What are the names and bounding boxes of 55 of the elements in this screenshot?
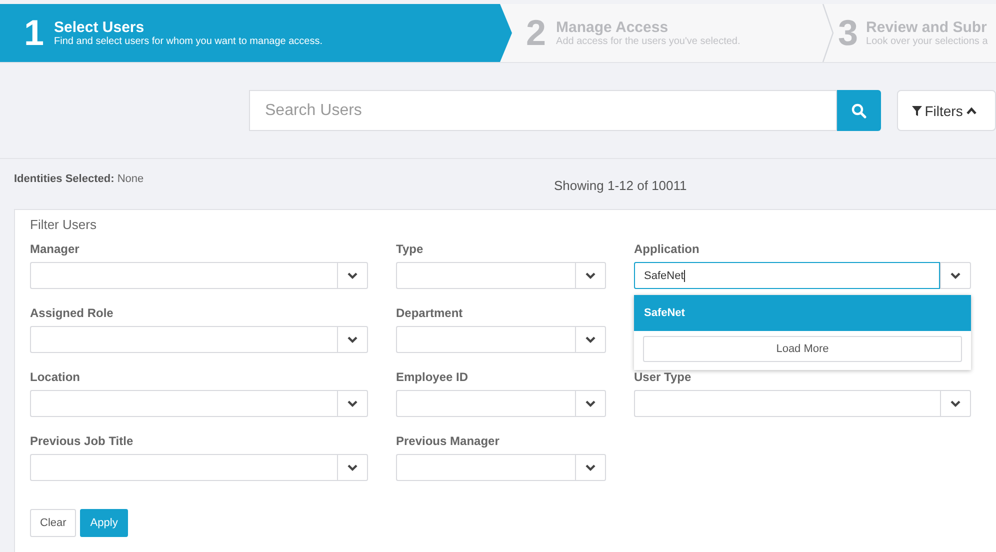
- field-label: Previous Manager: [396, 434, 500, 450]
- results-count: Showing 1-12 of 10011: [554, 178, 687, 193]
- chevron-down-icon: [347, 272, 358, 280]
- search-field[interactable]: Search Users: [249, 90, 837, 131]
- chevron-down-icon: [347, 464, 358, 472]
- dropdown-option[interactable]: SafeNet: [634, 295, 971, 331]
- dropdown-button[interactable]: [337, 326, 368, 353]
- wizard-step[interactable]: 1 Select Users Find and select users for whom you want to manage access.: [0, 4, 512, 62]
- apply-button[interactable]: Apply: [80, 509, 128, 537]
- panel-title: Filter Users: [30, 217, 98, 232]
- select-field[interactable]: [634, 390, 940, 417]
- field-label: Assigned Role: [30, 306, 114, 322]
- dropdown-button[interactable]: [337, 262, 368, 289]
- clear-button[interactable]: Clear: [30, 509, 76, 537]
- dropdown-button[interactable]: [575, 454, 606, 481]
- select-field[interactable]: [396, 454, 575, 481]
- dropdown-button[interactable]: [940, 262, 971, 289]
- select-field[interactable]: [30, 454, 337, 481]
- chevron-down-icon: [347, 400, 358, 408]
- step-divider: [822, 4, 834, 62]
- chevron-down-icon: [585, 464, 596, 472]
- field-label: Manager: [30, 242, 80, 258]
- dropdown-button[interactable]: [940, 390, 971, 417]
- field-label: Location: [30, 370, 81, 386]
- filter-icon: [912, 106, 922, 116]
- select-field[interactable]: [396, 262, 575, 289]
- select-field[interactable]: [30, 390, 337, 417]
- dropdown-button[interactable]: [575, 390, 606, 417]
- select-field[interactable]: [30, 326, 337, 353]
- field-label: Application: [634, 242, 700, 258]
- select-field[interactable]: [396, 326, 575, 353]
- search-icon: [850, 102, 867, 118]
- chevron-down-icon: [950, 400, 961, 408]
- field-label: Previous Job Title: [30, 434, 134, 450]
- field-label: Type: [396, 242, 424, 258]
- field-label: User Type: [634, 370, 692, 386]
- load-more-button[interactable]: Load More: [643, 336, 962, 362]
- field-label: Department: [396, 306, 464, 322]
- caret-up-icon: [966, 106, 977, 114]
- dropdown-button[interactable]: [575, 262, 606, 289]
- select-field[interactable]: SafeNet: [634, 262, 940, 289]
- dropdown-button[interactable]: [575, 326, 606, 353]
- chevron-down-icon: [585, 336, 596, 344]
- chevron-down-icon: [585, 400, 596, 408]
- chevron-down-icon: [347, 336, 358, 344]
- chevron-down-icon: [585, 272, 596, 280]
- identities-selected-text: Identities Selected: None: [14, 173, 144, 185]
- dropdown-button[interactable]: [337, 390, 368, 417]
- dropdown-button[interactable]: [337, 454, 368, 481]
- search-button[interactable]: [836, 90, 881, 131]
- field-label: Employee ID: [396, 370, 470, 386]
- select-field[interactable]: [30, 262, 337, 289]
- select-field[interactable]: [396, 390, 575, 417]
- chevron-down-icon: [950, 272, 961, 280]
- filters-button[interactable]: Filters: [896, 90, 996, 131]
